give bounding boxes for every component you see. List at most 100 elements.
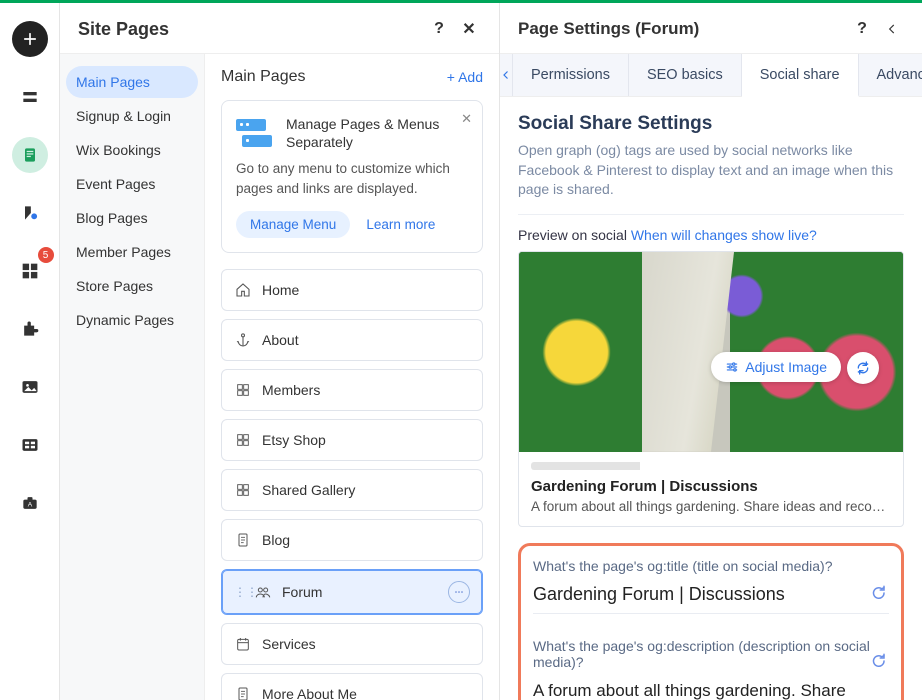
undo-icon bbox=[869, 652, 887, 670]
page-more-button[interactable] bbox=[448, 581, 470, 603]
preview-description: A forum about all things gardening. Shar… bbox=[531, 499, 891, 514]
dismiss-card-button[interactable]: ✕ bbox=[461, 111, 472, 127]
page-item-home[interactable]: Home bbox=[221, 269, 483, 311]
social-preview-meta: Gardening Forum | Discussions A forum ab… bbox=[519, 452, 903, 526]
svg-text:A: A bbox=[27, 501, 32, 508]
category-store-pages[interactable]: Store Pages bbox=[66, 270, 198, 302]
page-settings-title: Page Settings (Forum) bbox=[518, 19, 699, 39]
add-page-button[interactable]: + Add bbox=[447, 69, 483, 85]
info-card-title: Manage Pages & Menus Separately bbox=[286, 115, 468, 151]
page-item-label: More About Me bbox=[262, 686, 470, 700]
site-pages-title: Site Pages bbox=[78, 19, 169, 40]
page-icon bbox=[234, 531, 252, 549]
og-title-value[interactable]: Gardening Forum | Discussions bbox=[533, 580, 889, 614]
manage-menu-button[interactable]: Manage Menu bbox=[236, 211, 350, 238]
category-blog-pages[interactable]: Blog Pages bbox=[66, 202, 198, 234]
tabs-scroll-left-button[interactable] bbox=[500, 54, 513, 96]
more-icon bbox=[453, 586, 465, 598]
pages-tool-button[interactable] bbox=[12, 137, 48, 173]
refresh-image-button[interactable] bbox=[847, 352, 879, 384]
collapse-button[interactable] bbox=[880, 17, 904, 41]
page-item-services[interactable]: Services bbox=[221, 623, 483, 665]
preview-changes-link[interactable]: When will changes show live? bbox=[631, 227, 817, 243]
menu-illustration-icon bbox=[236, 115, 274, 149]
social-share-desc: Open graph (og) tags are used by social … bbox=[518, 141, 904, 200]
adjust-image-button[interactable]: Adjust Image bbox=[711, 352, 841, 382]
page-item-label: About bbox=[262, 332, 470, 348]
media-tool-button[interactable] bbox=[12, 369, 48, 405]
drag-handle-icon[interactable]: ⋮⋮ bbox=[234, 585, 244, 599]
design-icon bbox=[20, 203, 40, 223]
grid-icon bbox=[234, 381, 252, 399]
revert-og-description-button[interactable] bbox=[867, 650, 889, 672]
learn-more-link[interactable]: Learn more bbox=[366, 217, 435, 232]
home-icon bbox=[234, 281, 252, 299]
page-item-forum[interactable]: ⋮⋮ Forum bbox=[221, 569, 483, 615]
page-item-label: Blog bbox=[262, 532, 470, 548]
page-item-blog[interactable]: Blog bbox=[221, 519, 483, 561]
content-grid-icon bbox=[20, 435, 40, 455]
preview-url-placeholder bbox=[531, 462, 729, 470]
category-event-pages[interactable]: Event Pages bbox=[66, 168, 198, 200]
page-item-shared-gallery[interactable]: Shared Gallery bbox=[221, 469, 483, 511]
plus-icon bbox=[20, 29, 40, 49]
settings-tabs: Permissions SEO basics Social share Adva… bbox=[500, 53, 922, 97]
page-item-more-about-me[interactable]: More About Me bbox=[221, 673, 483, 700]
design-tool-button[interactable] bbox=[12, 195, 48, 231]
settings-body: Social Share Settings Open graph (og) ta… bbox=[500, 97, 922, 700]
close-icon: ✕ bbox=[461, 111, 472, 126]
page-settings-header: Page Settings (Forum) ? bbox=[500, 3, 922, 53]
undo-icon bbox=[869, 584, 887, 602]
close-icon: ✕ bbox=[462, 19, 475, 39]
page-item-label: Home bbox=[262, 282, 470, 298]
og-title-label: What's the page's og:title (title on soc… bbox=[533, 558, 889, 574]
image-icon bbox=[20, 377, 40, 397]
business-tool-button[interactable]: A bbox=[12, 485, 48, 521]
tab-seo-basics[interactable]: SEO basics bbox=[629, 54, 742, 96]
social-preview-card: Adjust Image Gardening Forum | Discussio… bbox=[518, 251, 904, 527]
og-description-field[interactable]: What's the page's og:description (descri… bbox=[533, 624, 889, 700]
apps-tool-button[interactable]: 5 bbox=[12, 253, 48, 289]
add-element-button[interactable] bbox=[12, 21, 48, 57]
revert-og-title-button[interactable] bbox=[867, 582, 889, 604]
page-item-etsy-shop[interactable]: Etsy Shop bbox=[221, 419, 483, 461]
page-settings-panel: Page Settings (Forum) ? Permissions SEO … bbox=[500, 3, 922, 700]
page-item-label: Forum bbox=[282, 584, 438, 600]
close-button[interactable]: ✕ bbox=[457, 17, 481, 41]
help-icon: ? bbox=[434, 20, 444, 38]
og-description-value[interactable]: A forum about all things gardening. Shar… bbox=[533, 676, 889, 700]
preview-label: Preview on social When will changes show… bbox=[518, 227, 904, 243]
tab-permissions[interactable]: Permissions bbox=[513, 54, 629, 96]
help-button[interactable]: ? bbox=[427, 17, 451, 41]
tab-advanced-seo[interactable]: Advanced SEO bbox=[859, 54, 922, 96]
page-item-label: Members bbox=[262, 382, 470, 398]
page-item-label: Services bbox=[262, 636, 470, 652]
calendar-icon bbox=[234, 635, 252, 653]
grid-icon bbox=[234, 431, 252, 449]
category-dynamic-pages[interactable]: Dynamic Pages bbox=[66, 304, 198, 336]
info-card-desc: Go to any menu to customize which pages … bbox=[236, 159, 468, 198]
tab-social-share[interactable]: Social share bbox=[742, 54, 859, 97]
category-wix-bookings[interactable]: Wix Bookings bbox=[66, 134, 198, 166]
section-icon bbox=[20, 87, 40, 107]
help-button[interactable]: ? bbox=[850, 17, 874, 41]
addons-tool-button[interactable] bbox=[12, 311, 48, 347]
page-list: Home About Members Etsy Shop Shared Gallery B… bbox=[221, 269, 483, 700]
og-title-field[interactable]: What's the page's og:title (title on soc… bbox=[533, 556, 889, 624]
chevron-left-icon bbox=[500, 69, 512, 81]
social-preview-image: Adjust Image bbox=[519, 252, 903, 452]
page-item-about[interactable]: About bbox=[221, 319, 483, 361]
adjust-image-label: Adjust Image bbox=[745, 359, 827, 375]
category-main-pages[interactable]: Main Pages bbox=[66, 66, 198, 98]
category-signup-login[interactable]: Signup & Login bbox=[66, 100, 198, 132]
page-item-members[interactable]: Members bbox=[221, 369, 483, 411]
site-pages-header: Site Pages ? ✕ bbox=[60, 3, 499, 53]
category-member-pages[interactable]: Member Pages bbox=[66, 236, 198, 268]
site-pages-panel: Site Pages ? ✕ Main Pages Signup & Login… bbox=[60, 3, 500, 700]
section-tool-button[interactable] bbox=[12, 79, 48, 115]
refresh-icon bbox=[855, 360, 871, 376]
anchor-icon bbox=[234, 331, 252, 349]
content-tool-button[interactable] bbox=[12, 427, 48, 463]
page-category-list: Main Pages Signup & Login Wix Bookings E… bbox=[60, 54, 205, 700]
sliders-icon bbox=[725, 360, 739, 374]
